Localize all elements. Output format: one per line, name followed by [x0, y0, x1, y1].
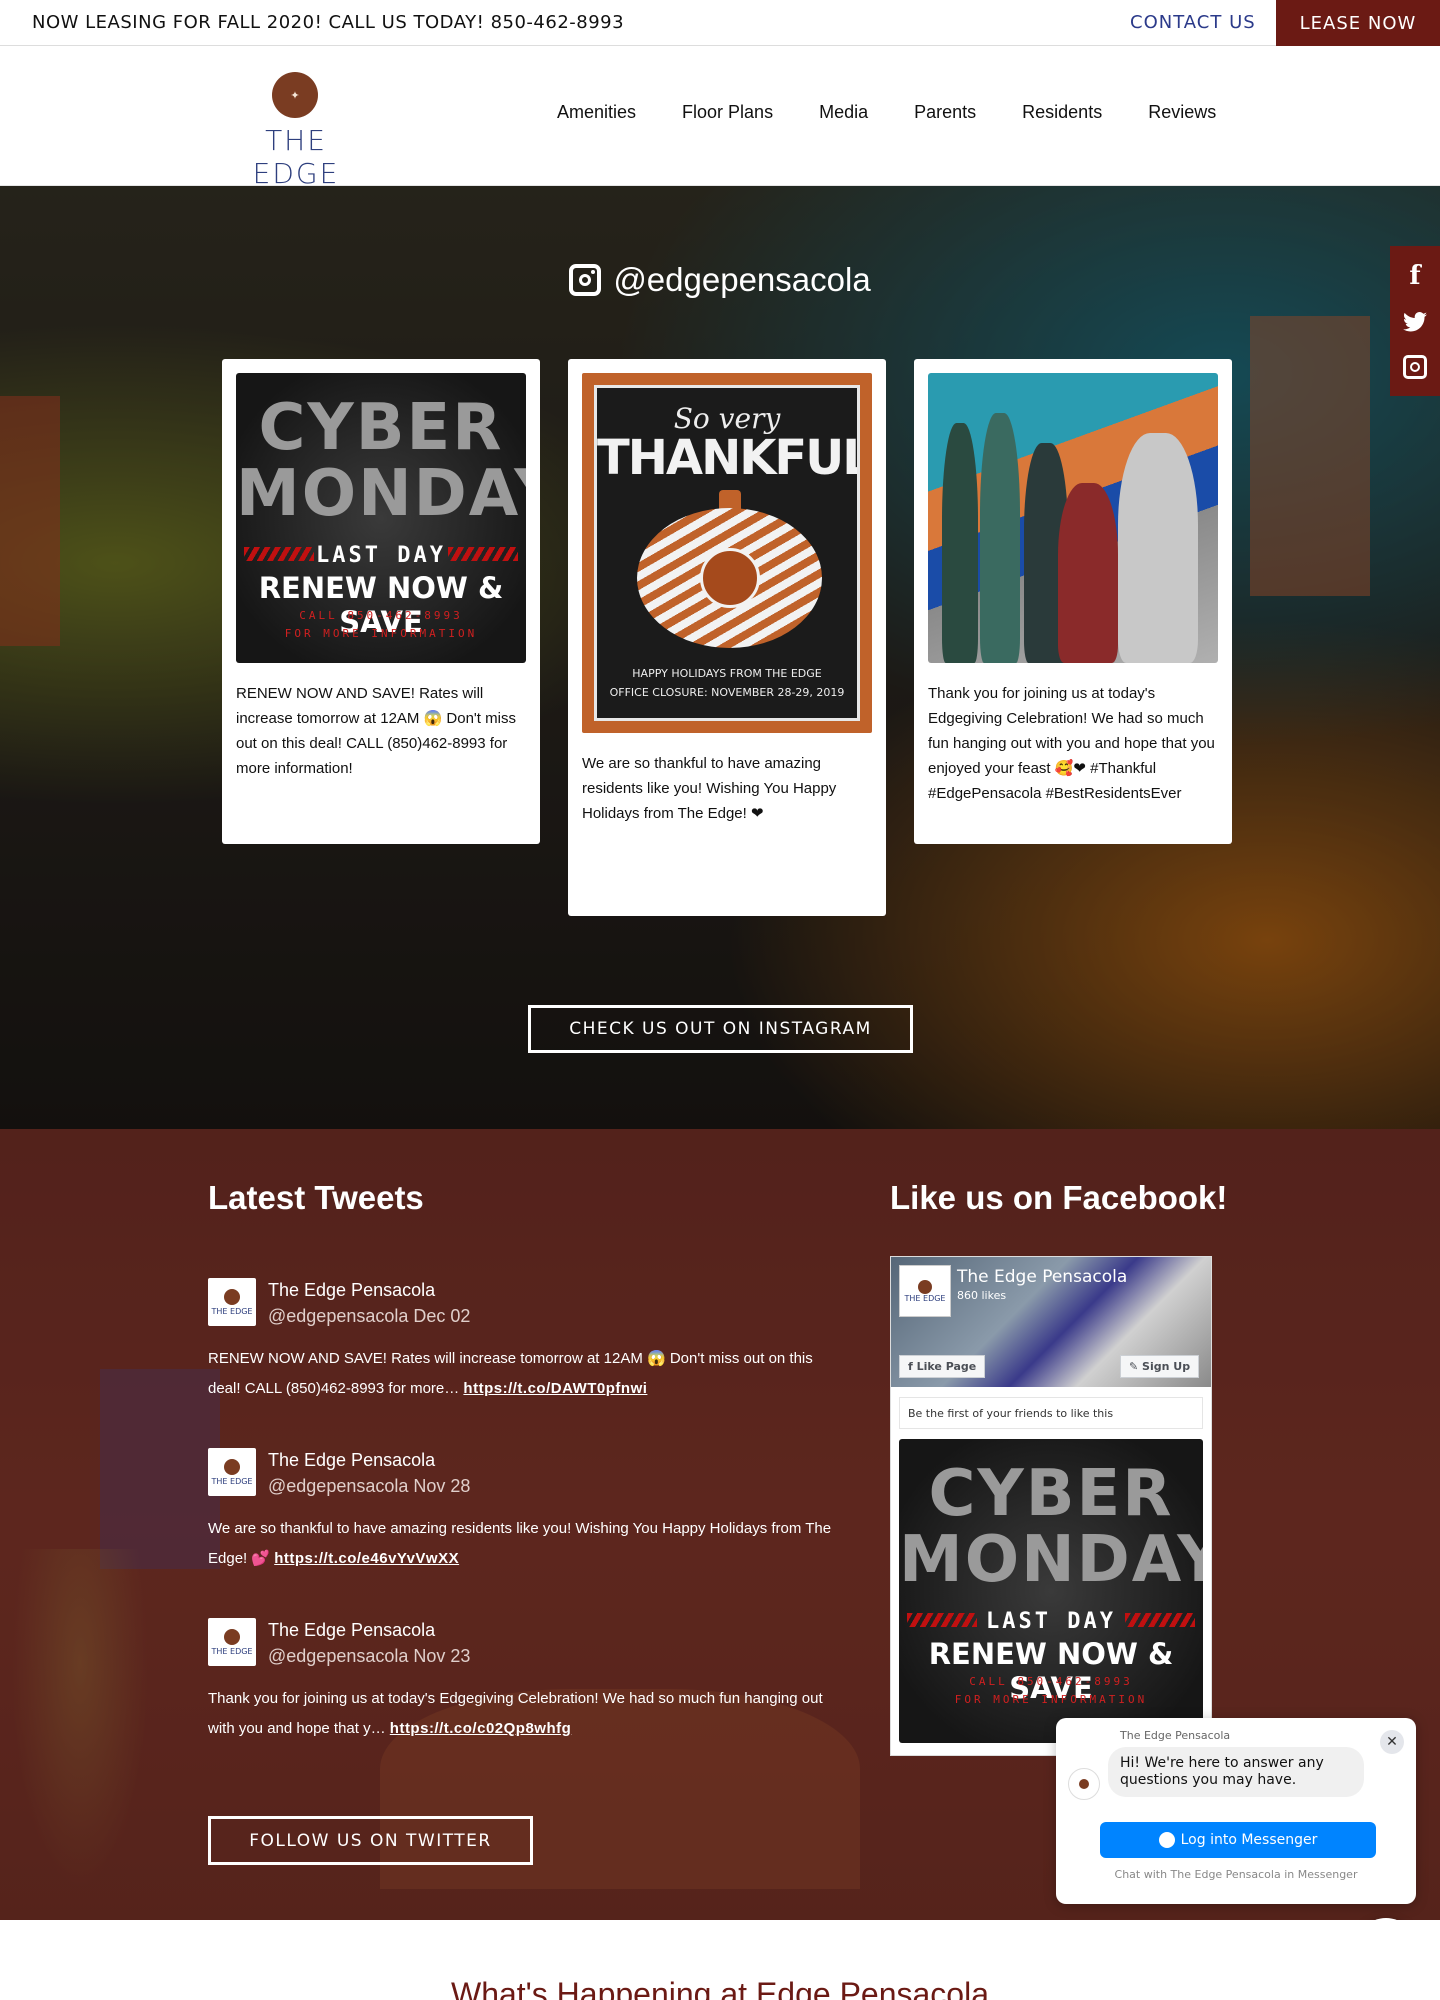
thankful-image: So very THANKFUL HAPPY HOLIDAYS FROM THE…	[582, 373, 872, 733]
nav-item-amenities[interactable]: Amenities	[534, 46, 659, 186]
pencil-icon: ✎	[1129, 1360, 1143, 1373]
facebook-like-count: 860 likes	[957, 1289, 1007, 1302]
nav-item-parents[interactable]: Parents	[891, 46, 999, 186]
nav-item-residents[interactable]: Residents	[999, 46, 1125, 186]
logo-emblem-icon: ✦	[272, 72, 318, 118]
tweet-author[interactable]: The Edge Pensacola	[268, 1620, 435, 1641]
avatar[interactable]: THE EDGE	[208, 1448, 256, 1496]
tweet-body: We are so thankful to have amazing resid…	[208, 1520, 832, 1567]
instagram-icon[interactable]	[1403, 354, 1427, 379]
happening-title: What's Happening at Edge Pensacola	[450, 1976, 989, 2000]
facebook-like-page-button[interactable]: f Like Page	[899, 1355, 986, 1378]
instagram-section: @edgepensacola CYBERMONDAY LAST DAY RENE…	[0, 186, 1440, 1129]
cyber-last-day: LAST DAY	[986, 1609, 1116, 1634]
holiday-notice: HAPPY HOLIDAYS FROM THE EDGE OFFICE CLOSU…	[609, 667, 845, 699]
facebook-icon: f	[908, 1360, 917, 1373]
messenger-login-button[interactable]: Log into Messenger	[1100, 1822, 1376, 1858]
instagram-post-caption: RENEW NOW AND SAVE! Rates will increase …	[236, 685, 516, 777]
facebook-section-title: Like us on Facebook!	[890, 1179, 1228, 1216]
cyber-call: CALL 850-462-8993	[299, 609, 463, 622]
main-nav: Amenities Floor Plans Media Parents Resi…	[534, 46, 1239, 194]
instagram-post-card[interactable]: Thank you for joining us at today's Edge…	[914, 359, 1232, 844]
cyber-monday-image: CYBERMONDAY LAST DAY RENEW NOW & SAVE CA…	[899, 1439, 1203, 1743]
instagram-icon	[569, 264, 602, 296]
tweet-link[interactable]: https://t.co/c02Qp8whfg	[390, 1720, 572, 1737]
tweet-meta: @edgepensacola Nov 28	[268, 1476, 471, 1496]
avatar[interactable]: THE EDGE	[899, 1265, 951, 1317]
latest-tweets-title: Latest Tweets	[208, 1179, 424, 1216]
tweet-body: RENEW NOW AND SAVE! Rates will increase …	[208, 1350, 813, 1397]
instagram-cta-button[interactable]: CHECK US OUT ON INSTAGRAM	[528, 1005, 913, 1053]
tweet-body: Thank you for joining us at today's Edge…	[208, 1690, 823, 1737]
messenger-page-name: The Edge Pensacola	[1120, 1729, 1231, 1742]
avatar[interactable]: THE EDGE	[208, 1278, 256, 1326]
avatar[interactable]: THE EDGE	[208, 1618, 256, 1666]
twitter-icon[interactable]	[1402, 311, 1428, 332]
facebook-page-name[interactable]: The Edge Pensacola	[957, 1267, 1127, 1287]
top-announcement-bar: NOW LEASING FOR FALL 2020! CALL US TODAY…	[0, 0, 1440, 46]
facebook-cover-image[interactable]: THE EDGE The Edge Pensacola 860 likes f …	[891, 1257, 1211, 1387]
facebook-icon[interactable]: f	[1409, 263, 1420, 289]
tweet-meta: @edgepensacola Dec 02	[268, 1306, 471, 1326]
facebook-signup-button[interactable]: ✎ Sign Up	[1120, 1355, 1200, 1378]
lease-now-button[interactable]: LEASE NOW	[1276, 0, 1440, 46]
instagram-post-caption: Thank you for joining us at today's Edge…	[928, 685, 1215, 802]
cyber-call: CALL 850-462-8993	[969, 1675, 1133, 1688]
tweet-link[interactable]: https://t.co/DAWT0pfnwi	[463, 1380, 647, 1397]
instagram-post-card[interactable]: So very THANKFUL HAPPY HOLIDAYS FROM THE…	[568, 359, 886, 916]
facebook-page-widget: THE EDGE The Edge Pensacola 860 likes f …	[890, 1256, 1212, 1756]
tweet-author[interactable]: The Edge Pensacola	[268, 1450, 435, 1471]
contact-us-link[interactable]: CONTACT US	[1130, 12, 1256, 33]
happening-section: What's Happening at Edge Pensacola	[0, 1920, 1440, 2000]
site-logo[interactable]: ✦ THE EDGE	[218, 72, 374, 190]
cyber-title: CYBERMONDAY	[899, 1457, 1203, 1597]
cyber-more-info: FOR MORE INFORMATION	[284, 627, 478, 640]
nav-item-reviews[interactable]: Reviews	[1125, 46, 1239, 186]
follow-twitter-button[interactable]: FOLLOW US ON TWITTER	[208, 1816, 533, 1865]
nav-item-floor-plans[interactable]: Floor Plans	[659, 46, 796, 186]
pumpkin-emblem-icon	[700, 548, 760, 608]
instagram-handle[interactable]: @edgepensacola	[0, 261, 1440, 299]
instagram-handle-text: @edgepensacola	[613, 261, 871, 298]
thankful-word: THANKFUL	[597, 430, 860, 486]
cyber-title: CYBERMONDAY	[236, 391, 526, 531]
messenger-icon	[1158, 1832, 1175, 1848]
leasing-announcement: NOW LEASING FOR FALL 2020! CALL US TODAY…	[32, 12, 625, 33]
cyber-monday-image: CYBERMONDAY LAST DAY RENEW NOW & SAVE CA…	[236, 373, 526, 663]
instagram-post-card[interactable]: CYBERMONDAY LAST DAY RENEW NOW & SAVE CA…	[222, 359, 540, 844]
facebook-friends-text: Be the first of your friends to like thi…	[899, 1397, 1203, 1429]
celebration-photo	[928, 373, 1218, 663]
instagram-post-caption: We are so thankful to have amazing resid…	[582, 755, 837, 822]
tweet-link[interactable]: https://t.co/e46vYvVwXX	[274, 1550, 459, 1567]
tweet-author[interactable]: The Edge Pensacola	[268, 1280, 435, 1301]
messenger-greeting: Hi! We're here to answer any questions y…	[1108, 1747, 1364, 1797]
cyber-more-info: FOR MORE INFORMATION	[954, 1693, 1148, 1706]
messenger-footer-text: Chat with The Edge Pensacola in Messenge…	[1114, 1868, 1358, 1881]
nav-item-media[interactable]: Media	[796, 46, 892, 194]
close-icon[interactable]: ✕	[1380, 1730, 1404, 1754]
facebook-post-image[interactable]: CYBER MONDAY LAST DAY RENEW NOW & SAVE CA…	[899, 1439, 1203, 1743]
side-social-links: f	[1390, 246, 1440, 396]
messenger-chat-popup: The Edge Pensacola ✕ Hi! We're here to a…	[1056, 1718, 1416, 1904]
logo-wordmark: THE EDGE	[252, 124, 340, 190]
site-header: ✦ THE EDGE Amenities Floor Plans Media P…	[0, 46, 1440, 194]
tweet-meta: @edgepensacola Nov 23	[268, 1646, 471, 1666]
avatar	[1068, 1768, 1100, 1800]
cyber-last-day: LAST DAY	[316, 543, 446, 568]
